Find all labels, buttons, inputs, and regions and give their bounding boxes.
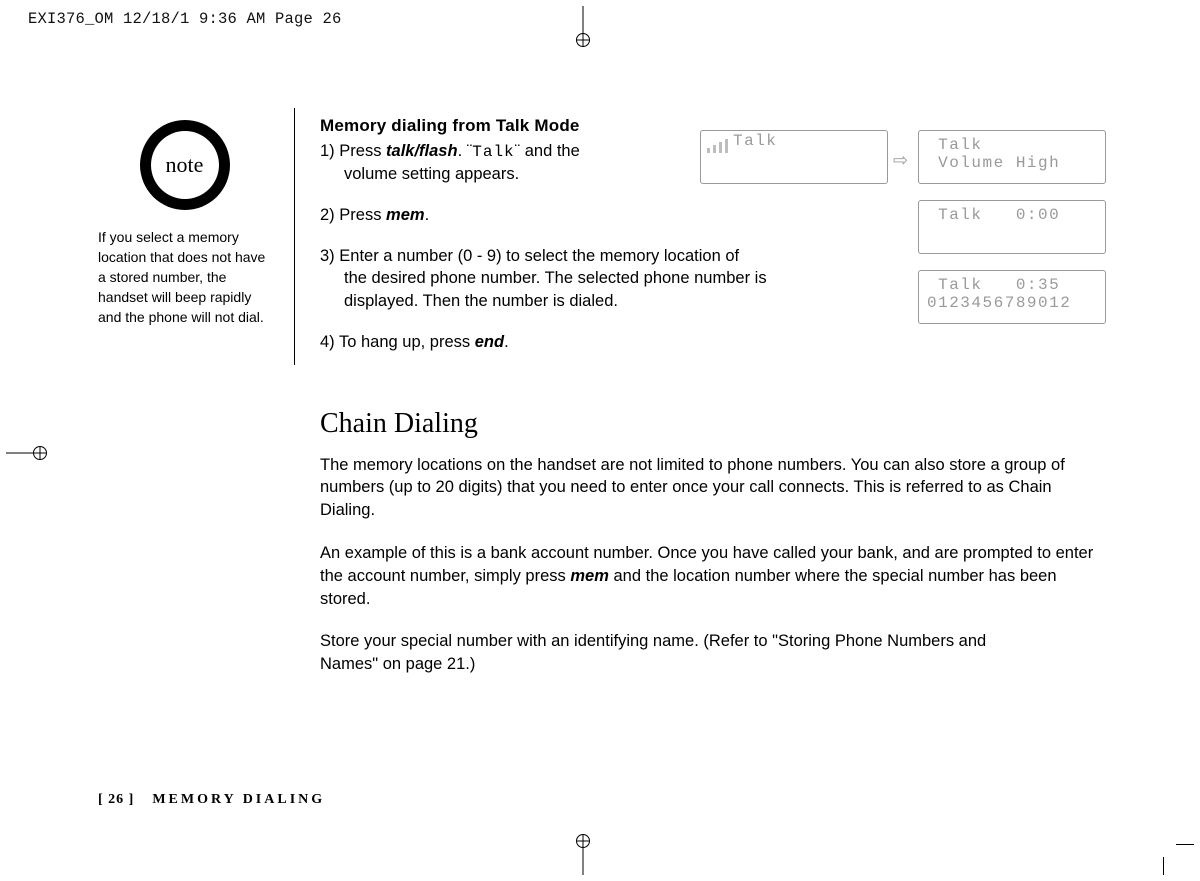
step-list: 1) Press talk/flash. ¨Talk¨ and the volu… (320, 140, 1100, 354)
step-number: 1) (320, 142, 339, 160)
key-label: mem (570, 567, 609, 585)
step-text: displayed. Then the number is dialed. (320, 290, 1100, 313)
step-text: . (504, 333, 509, 351)
registration-mark-left (6, 438, 46, 468)
prepress-slug: EXI376_OM 12/18/1 9:36 AM Page 26 (28, 10, 342, 28)
paragraph: The memory locations on the handset are … (320, 454, 1100, 522)
page-number: [ 26 ] (98, 792, 134, 807)
key-label: end (475, 333, 504, 351)
crop-tick (1176, 844, 1194, 845)
step-text: To hang up, press (339, 333, 475, 351)
registration-mark-top (568, 6, 598, 46)
page-footer: [ 26 ] MEMORY DIALING (98, 790, 325, 808)
key-label: mem (386, 206, 425, 224)
step-text: the desired phone number. The selected p… (320, 267, 1100, 290)
note-badge: note (140, 120, 230, 210)
step-text: Press (339, 206, 386, 224)
step-text: volume setting appears. (320, 163, 1100, 186)
note-badge-label: note (151, 131, 219, 199)
paragraph: Store your special number with an identi… (320, 630, 1040, 676)
step-4: 4) To hang up, press end. (320, 331, 1100, 354)
section-title: MEMORY DIALING (152, 792, 325, 807)
column-divider (294, 108, 295, 365)
step-text: Enter a number (0 - 9) to select the mem… (339, 247, 739, 265)
step-number: 3) (320, 247, 339, 265)
step-text: . (425, 206, 430, 224)
heading-chain-dialing: Chain Dialing (320, 408, 1100, 440)
step-3: 3) Enter a number (0 - 9) to select the … (320, 245, 1100, 313)
key-label: talk/flash (386, 142, 458, 160)
step-number: 2) (320, 206, 339, 224)
step-2: 2) Press mem. (320, 204, 1100, 227)
step-1: 1) Press talk/flash. ¨Talk¨ and the volu… (320, 140, 1100, 186)
note-text: If you select a memory location that doe… (98, 228, 271, 327)
registration-mark-bottom (568, 835, 598, 875)
step-text: Press (339, 142, 386, 160)
step-text: and the (520, 142, 580, 160)
lcd-word: Talk (472, 143, 514, 161)
step-number: 4) (320, 333, 339, 351)
margin-note: note If you select a memory location tha… (98, 120, 271, 327)
main-column: Memory dialing from Talk Mode 1) Press t… (320, 116, 1100, 696)
crop-tick (1163, 857, 1164, 875)
step-text: . (458, 142, 467, 160)
subheading: Memory dialing from Talk Mode (320, 116, 1100, 136)
manual-page: EXI376_OM 12/18/1 9:36 AM Page 26 note I… (0, 0, 1200, 881)
paragraph: An example of this is a bank account num… (320, 542, 1100, 610)
